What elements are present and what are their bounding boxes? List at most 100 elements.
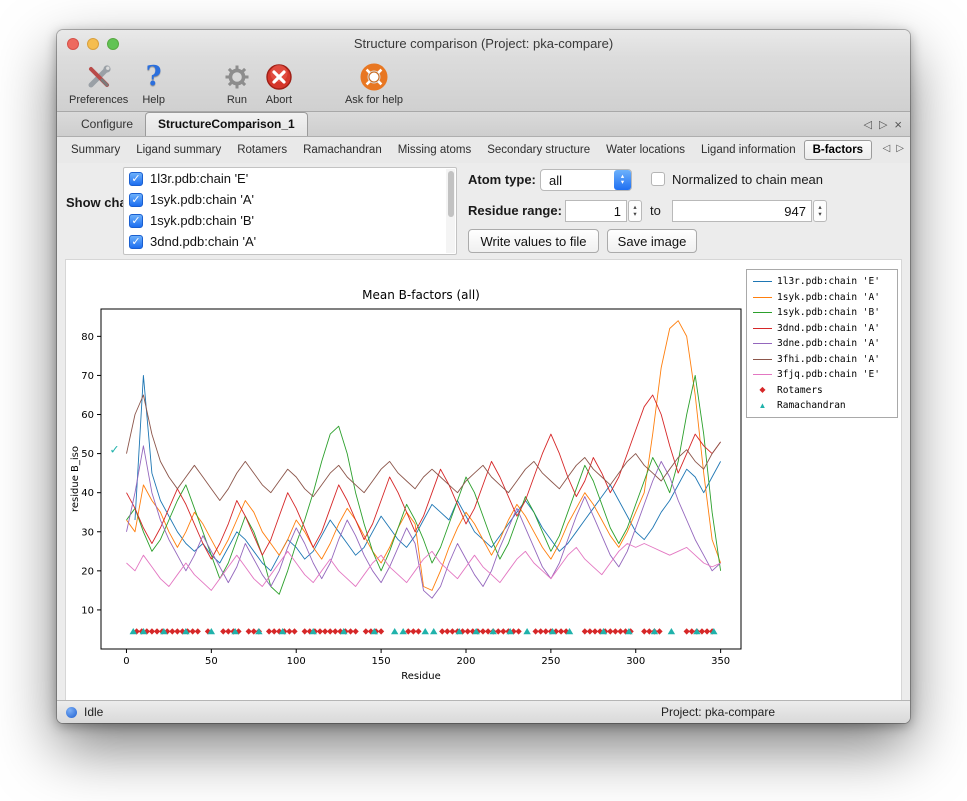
residue-to-stepper[interactable]: ▴▾ — [813, 200, 827, 222]
chain-checkbox[interactable]: ✓ — [129, 235, 143, 249]
chain-list[interactable]: ✓1l3r.pdb:chain 'E'✓1syk.pdb:chain 'A'✓1… — [123, 167, 457, 255]
write-values-button[interactable]: Write values to file — [468, 229, 599, 253]
bfactor-plot: 0501001502002503003501020304050607080Mea… — [66, 268, 818, 698]
y-tick-label: 60 — [81, 410, 94, 421]
residue-to-input[interactable] — [672, 200, 812, 222]
subtab-ramachandran[interactable]: Ramachandran — [295, 141, 390, 159]
x-axis-label: Residue — [401, 671, 440, 682]
chart-panel: 0501001502002503003501020304050607080Mea… — [65, 259, 902, 701]
legend-triangle-icon: ▲ — [753, 401, 772, 411]
window-title: Structure comparison (Project: pka-compa… — [57, 36, 910, 51]
preferences-label: Preferences — [69, 94, 128, 106]
y-tick-label: 10 — [81, 605, 94, 616]
legend-label: 3fjq.pdb:chain 'E' — [777, 369, 880, 380]
chain-label: 1l3r.pdb:chain 'E' — [150, 171, 248, 186]
subtab-water-locations[interactable]: Water locations — [598, 141, 693, 159]
legend-line-sample — [753, 359, 772, 360]
status-text: Idle — [84, 705, 103, 719]
sub-tab-bar: SummaryLigand summaryRotamersRamachandra… — [57, 137, 910, 163]
tab-next-icon[interactable]: ▷ — [879, 118, 887, 131]
subtab-ligand-information[interactable]: Ligand information — [693, 141, 804, 159]
chain-list-item[interactable]: ✓3dnd.pdb:chain 'A' — [124, 231, 456, 252]
subtab-ligand-summary[interactable]: Ligand summary — [128, 141, 229, 159]
gear-icon — [223, 61, 251, 93]
preferences-button[interactable]: Preferences — [69, 58, 128, 106]
x-tick-label: 250 — [541, 656, 560, 667]
chain-checkbox[interactable]: ✓ — [129, 214, 143, 228]
abort-label: Abort — [266, 94, 292, 106]
to-label: to — [650, 203, 661, 218]
residue-range-label: Residue range: — [468, 203, 562, 218]
subtab-rotamers[interactable]: Rotamers — [229, 141, 295, 159]
tab-configure[interactable]: Configure — [69, 113, 145, 136]
subtab-secondary-structure[interactable]: Secondary structure — [479, 141, 598, 159]
x-tick-label: 50 — [205, 656, 218, 667]
tab-prev-icon[interactable]: ◁ — [863, 118, 871, 131]
x-tick-label: 100 — [287, 656, 306, 667]
run-label: Run — [227, 94, 247, 106]
y-tick-label: 50 — [81, 449, 94, 460]
residue-from-input[interactable] — [565, 200, 627, 222]
x-tick-label: 200 — [456, 656, 475, 667]
chain-checkbox[interactable]: ✓ — [129, 193, 143, 207]
legend-entry: 1syk.pdb:chain 'A' — [753, 290, 893, 306]
atom-type-dropdown[interactable]: all ▴▾ — [540, 169, 632, 191]
chain-checkbox[interactable]: ✓ — [129, 172, 143, 186]
chain-list-item[interactable]: ✓ 1l3r.pdb:chain 'E' — [124, 168, 456, 189]
help-label: Help — [142, 94, 165, 106]
legend-entry: ▲ Ramachandran — [753, 398, 893, 414]
tab-structurecomparison-1[interactable]: StructureComparison_1 — [145, 112, 308, 136]
y-axis-label: residue B_iso — [70, 446, 81, 512]
status-project: Project: pka-compare — [661, 705, 775, 719]
legend-entry: 3dnd.pdb:chain 'A' — [753, 321, 893, 337]
legend-label: Ramachandran — [777, 400, 846, 411]
legend-line-sample — [753, 281, 772, 282]
chain-list-item[interactable]: ✓ 1syk.pdb:chain 'B' — [124, 210, 456, 231]
sub-tab-list: SummaryLigand summaryRotamersRamachandra… — [63, 140, 872, 160]
x-tick-label: 150 — [372, 656, 391, 667]
residue-from-stepper[interactable]: ▴▾ — [628, 200, 642, 222]
legend-label: 1syk.pdb:chain 'B' — [777, 307, 880, 318]
tab-close-icon[interactable]: × — [894, 117, 902, 132]
x-tick-label: 350 — [711, 656, 730, 667]
y-tick-label: 20 — [81, 566, 94, 577]
main-tab-bar: Configure StructureComparison_1 ◁ ▷ × — [57, 112, 910, 137]
lifebuoy-icon — [360, 61, 388, 93]
scrollbar-thumb[interactable] — [448, 171, 454, 217]
dropdown-arrows-icon: ▴▾ — [614, 170, 631, 190]
status-bar: Idle Project: pka-compare — [57, 700, 910, 723]
abort-button[interactable]: Abort — [265, 58, 293, 106]
chain-label: 1syk.pdb:chain 'B' — [150, 213, 254, 228]
legend-entry: ◆Rotamers — [753, 383, 893, 399]
chain-list-item[interactable]: ✓1syk.pdb:chain 'A' — [124, 189, 456, 210]
atom-type-label: Atom type: — [468, 172, 536, 187]
y-tick-label: 30 — [81, 527, 94, 538]
chain-list-scrollbar[interactable] — [446, 169, 455, 253]
help-button[interactable]: ? Help — [142, 58, 165, 106]
legend-entry: 3dne.pdb:chain 'A' — [753, 336, 893, 352]
ask-for-help-button[interactable]: Ask for help — [345, 58, 403, 106]
legend-line-sample — [753, 328, 772, 329]
subtab-next-icon[interactable]: ▷ — [896, 143, 904, 154]
chart-legend: 1l3r.pdb:chain 'E'1syk.pdb:chain 'A'1syk… — [746, 269, 898, 418]
legend-label: 3fhi.pdb:chain 'A' — [777, 354, 880, 365]
subtab-summary[interactable]: Summary — [63, 141, 128, 159]
legend-entry: 3fjq.pdb:chain 'E' — [753, 367, 893, 383]
subtab-b-factors[interactable]: B-factors — [804, 140, 872, 160]
normalized-checkbox[interactable] — [651, 172, 665, 186]
abort-icon — [265, 61, 293, 93]
tab-controls: ◁ ▷ × — [863, 117, 902, 132]
subtab-prev-icon[interactable]: ◁ — [883, 143, 891, 154]
y-tick-label: 40 — [81, 488, 94, 499]
legend-line-sample — [753, 297, 772, 298]
question-icon: ? — [146, 61, 162, 93]
x-tick-label: 300 — [626, 656, 645, 667]
subtab-missing-atoms[interactable]: Missing atoms — [390, 141, 480, 159]
ask-for-help-label: Ask for help — [345, 94, 403, 106]
run-button[interactable]: Run — [223, 58, 251, 106]
legend-label: 3dne.pdb:chain 'A' — [777, 338, 880, 349]
sub-tab-arrows: ◁ ▷ — [883, 143, 904, 154]
toolbar: Preferences ? Help Run — [57, 58, 910, 112]
bfactor-controls: Show chains: ✓1l3r.pdb:chain 'E'✓1syk.pd… — [57, 163, 910, 259]
save-image-button[interactable]: Save image — [607, 229, 697, 253]
